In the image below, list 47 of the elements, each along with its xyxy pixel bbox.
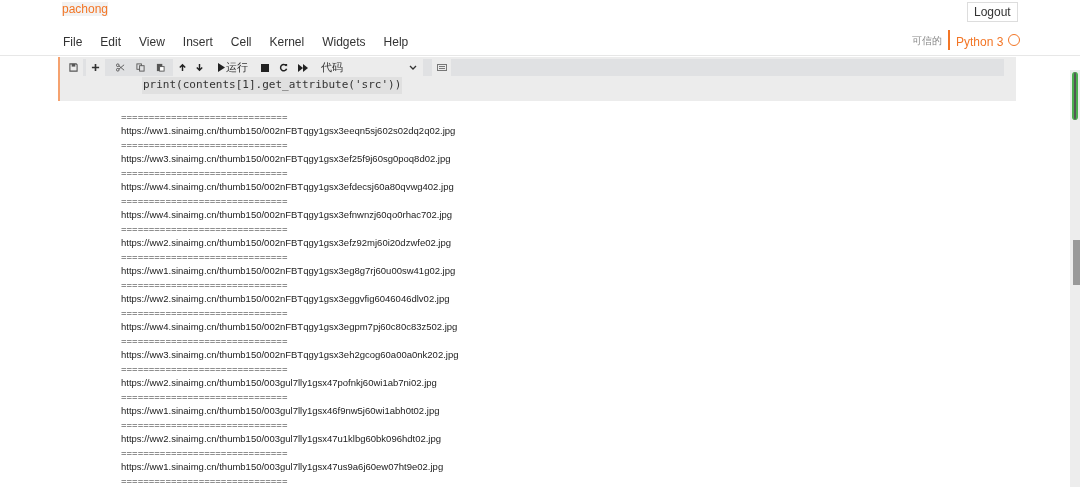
scrollbar[interactable] — [1070, 70, 1080, 487]
scroll-thumb[interactable] — [1072, 72, 1078, 120]
output-line: https://ww1.sinaimg.cn/thumb150/003gul7lly1gsx47us9a6j60ew07ht9e02.jpg — [121, 460, 445, 474]
output-line: ============================== — [121, 334, 289, 348]
output-line: https://ww4.sinaimg.cn/thumb150/002nFBTqgy1gsx3efdecsj60a80qvwg402.jpg — [121, 180, 455, 194]
menu-item[interactable]: Edit — [91, 33, 131, 51]
trusted-indicator[interactable]: 可信的 — [912, 33, 942, 48]
play-icon — [217, 63, 225, 72]
output-line: ============================== — [121, 362, 289, 376]
scroll-thumb[interactable] — [1073, 240, 1080, 285]
keyboard-icon[interactable] — [432, 59, 451, 76]
output-line: ============================== — [121, 418, 289, 432]
output-line: ============================== — [121, 222, 289, 236]
output-line: ============================== — [121, 390, 289, 404]
add-icon[interactable] — [86, 59, 105, 76]
output-line: https://ww1.sinaimg.cn/thumb150/003gul7lly1gsx46f9nw5j60wi1abh0t02.jpg — [121, 404, 441, 418]
output-line: ============================== — [121, 194, 289, 208]
output-line: https://ww4.sinaimg.cn/thumb150/002nFBTqgy1gsx3efnwnzj60qo0rhac702.jpg — [121, 208, 454, 222]
kernel-name: Python 3 — [956, 34, 1004, 51]
menu-item[interactable]: Widgets — [313, 33, 375, 51]
output-line: https://ww2.sinaimg.cn/thumb150/003gul7lly1gsx47pofnkj60wi1ab7ni02.jpg — [121, 376, 438, 390]
output-line: ============================== — [121, 474, 289, 487]
menu-item[interactable]: View — [130, 33, 174, 51]
output-line: ============================== — [121, 138, 289, 152]
menu-item[interactable]: Insert — [173, 33, 222, 51]
logout-button[interactable]: Logout — [967, 2, 1018, 22]
output-line: https://ww3.sinaimg.cn/thumb150/002nFBTqgy1gsx3ef25f9j60sg0poq8d02.jpg — [121, 152, 452, 166]
output-line: https://ww2.sinaimg.cn/thumb150/002nFBTqgy1gsx3efz92mj60i20dzwfe02.jpg — [121, 236, 453, 250]
output-line: https://ww2.sinaimg.cn/thumb150/002nFBTqgy1gsx3eggvfig6046046dlv02.jpg — [121, 292, 451, 306]
menu-item[interactable]: Cell — [221, 33, 261, 51]
output-line: ============================== — [121, 166, 289, 180]
output-line: ============================== — [121, 306, 289, 320]
run-button[interactable]: 运行 — [217, 59, 248, 76]
output-line: ============================== — [121, 110, 289, 124]
output-line: ============================== — [121, 446, 289, 460]
output-line: ============================== — [121, 278, 289, 292]
chevron-icon — [409, 65, 417, 70]
menu-item[interactable]: Kernel — [260, 33, 314, 51]
output-line: https://ww2.sinaimg.cn/thumb150/003gul7lly1gsx47u1klbg60bk096hdt02.jpg — [121, 432, 443, 446]
output-line: https://ww3.sinaimg.cn/thumb150/002nFBTqgy1gsx3eh2gcog60a00a0nk202.jpg — [121, 348, 459, 362]
output-line: https://ww1.sinaimg.cn/thumb150/002nFBTqgy1gsx3eeqn5sj602s02dq2q02.jpg — [121, 124, 457, 138]
menu-item[interactable]: Help — [374, 33, 418, 51]
output-line: ============================== — [121, 250, 289, 264]
output-line: https://ww1.sinaimg.cn/thumb150/002nFBTqgy1gsx3eg8g7rj60u00sw41g02.jpg — [121, 264, 457, 278]
output-line: https://ww4.sinaimg.cn/thumb150/002nFBTqgy1gsx3egpm7pj60c80c83z502.jpg — [121, 320, 459, 334]
menu-item[interactable]: File — [63, 33, 92, 51]
cell-type-select[interactable]: 代码 — [321, 59, 421, 76]
